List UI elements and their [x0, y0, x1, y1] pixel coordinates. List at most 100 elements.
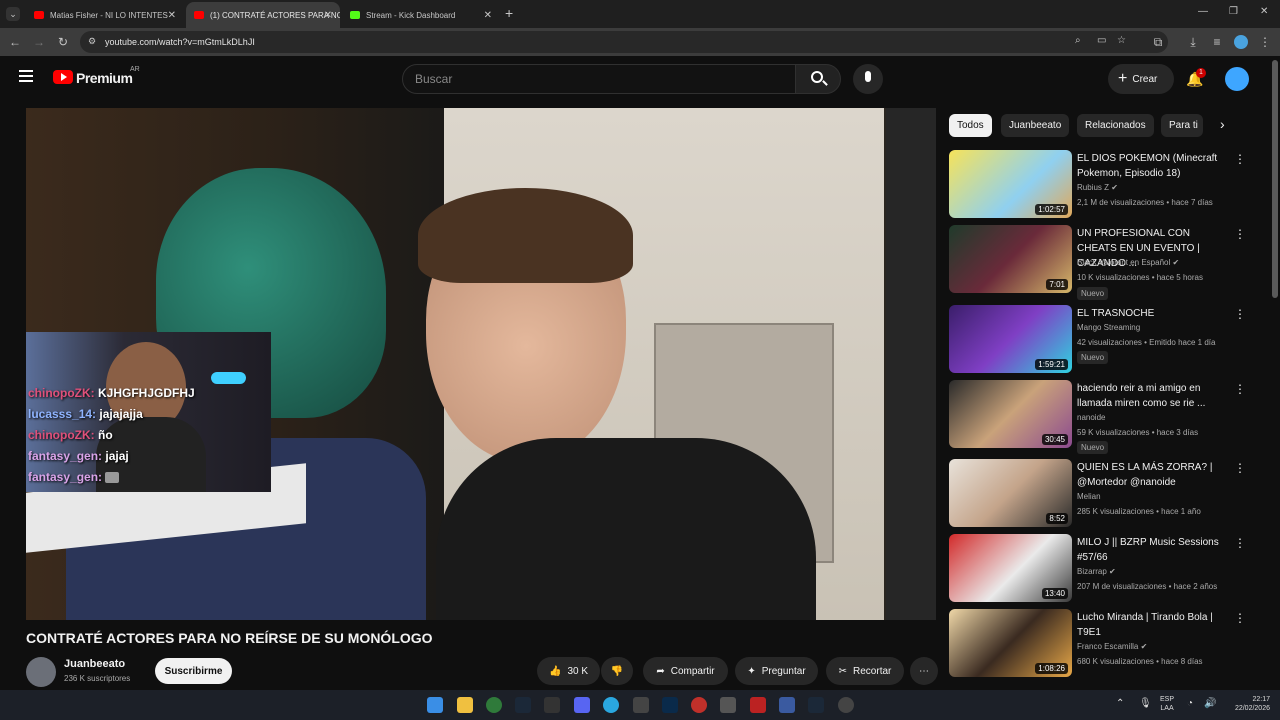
like-button[interactable]: 👍 30 K [537, 657, 600, 685]
more-vertical-icon[interactable]: ⋮ [1234, 536, 1246, 550]
youtube-header: Premium AR Buscar + Crear 🔔 1 [0, 56, 1280, 102]
close-icon[interactable]: ✕ [168, 10, 176, 21]
app-icon[interactable] [750, 697, 766, 713]
recommendation-title[interactable]: QUIEN ES LA MÁS ZORRA? | @Mortedor @nano… [1077, 460, 1227, 490]
site-info-icon[interactable]: ⚙ [88, 36, 96, 47]
tab-1[interactable]: Matias Fisher - NI LO INTENTES ✕ [26, 2, 184, 28]
recommendation-item[interactable]: 8:52 QUIEN ES LA MÁS ZORRA? | @Mortedor … [949, 459, 1249, 529]
emote-icon [105, 472, 120, 484]
recommendation-item[interactable]: 1:59:21 EL TRASNOCHE Mango Streaming 42 … [949, 305, 1249, 375]
share-button[interactable]: ➦ Compartir [643, 657, 728, 685]
tab-2[interactable]: (1) CONTRATÉ ACTORES PARA NO ✕ [186, 2, 340, 28]
clip-button[interactable]: ✂ Recortar [826, 657, 904, 685]
wifi-icon[interactable]: ◔ [1187, 698, 1193, 709]
hamburger-menu-icon[interactable] [19, 70, 33, 82]
discord-icon[interactable] [574, 697, 590, 713]
more-vertical-icon[interactable]: ⋮ [1234, 382, 1246, 396]
more-vertical-icon[interactable]: ⋮ [1234, 611, 1246, 625]
close-icon[interactable]: ✕ [484, 10, 492, 21]
video-thumbnail[interactable]: 1:08:26 [949, 609, 1072, 677]
downloads-icon[interactable]: ⤓ [1186, 35, 1200, 49]
channel-name[interactable]: Juanbeeato [64, 658, 125, 670]
ask-button[interactable]: ✦ Preguntar [735, 657, 818, 685]
recommendation-item[interactable]: 1:02:57 EL DIOS POKEMON (Minecraft Pokem… [949, 150, 1249, 220]
close-icon[interactable]: ✕ [324, 10, 332, 21]
recommendation-item[interactable]: 30:45 haciendo reir a mi amigo en llamad… [949, 380, 1249, 454]
file-explorer-icon[interactable] [457, 697, 473, 713]
zoom-icon[interactable]: ⌕ [1075, 35, 1081, 46]
subscribe-button[interactable]: Suscribirme [155, 658, 232, 684]
video-thumbnail[interactable]: 30:45 [949, 380, 1072, 448]
steam-icon[interactable] [515, 697, 531, 713]
clock[interactable]: 22:17 22/02/2026 [1225, 695, 1270, 713]
recommendation-item[interactable]: 13:40 MILO J || BZRP Music Sessions #57/… [949, 534, 1249, 604]
media-icon[interactable]: ≡ [1210, 35, 1224, 49]
windows-start-icon[interactable] [427, 697, 443, 713]
app-icon[interactable] [691, 697, 707, 713]
video-thumbnail[interactable]: 13:40 [949, 534, 1072, 602]
chip-todos[interactable]: Todos [949, 114, 992, 137]
channel-avatar[interactable] [26, 657, 56, 687]
capcut-icon[interactable] [633, 697, 649, 713]
chrome-icon[interactable] [486, 697, 502, 713]
window-close-button[interactable]: ✕ [1260, 6, 1268, 17]
epic-games-icon[interactable] [544, 697, 560, 713]
telegram-icon[interactable] [603, 697, 619, 713]
video-thumbnail[interactable]: 7:01 [949, 225, 1072, 293]
video-thumbnail[interactable]: 1:59:21 [949, 305, 1072, 373]
chip-para-ti[interactable]: Para ti [1161, 114, 1203, 137]
obs-icon[interactable] [720, 697, 736, 713]
more-vertical-icon[interactable]: ⋮ [1234, 152, 1246, 166]
reload-icon[interactable]: ↻ [56, 35, 70, 49]
account-avatar[interactable] [1225, 67, 1249, 91]
profile-avatar[interactable] [1234, 35, 1248, 49]
recommendation-title[interactable]: Lucho Miranda | Tirando Bola | T9E1 [1077, 610, 1227, 640]
more-vertical-icon[interactable]: ⋮ [1234, 461, 1246, 475]
logo-premium-text[interactable]: Premium [76, 70, 133, 86]
chevron-right-icon[interactable]: › [1220, 116, 1225, 132]
tab-search-button[interactable]: ⌄ [6, 7, 20, 21]
page-scrollbar[interactable] [1272, 60, 1278, 298]
recommendation-item[interactable]: 1:08:26 Lucho Miranda | Tirando Bola | T… [949, 609, 1249, 679]
extensions-icon[interactable]: ⧉ [1151, 35, 1165, 49]
minimize-button[interactable]: — [1198, 6, 1208, 17]
voice-search-button[interactable] [853, 64, 883, 94]
volume-icon[interactable]: 🔊 [1204, 698, 1216, 709]
tab-3[interactable]: Stream - Kick Dashboard ✕ [342, 2, 500, 28]
video-thumbnail[interactable]: 8:52 [949, 459, 1072, 527]
dislike-button[interactable]: 👎 [601, 657, 633, 685]
restore-button[interactable]: ❐ [1229, 6, 1238, 17]
scissors-icon: ✂ [838, 665, 848, 677]
photoshop-icon[interactable] [662, 697, 678, 713]
forward-icon[interactable]: → [32, 35, 46, 49]
tray-chevron-icon[interactable]: ⌃ [1116, 698, 1124, 709]
youtube-logo-icon[interactable] [53, 70, 73, 84]
steam-icon[interactable] [808, 697, 824, 713]
menu-icon[interactable]: ⋮ [1258, 35, 1272, 49]
more-vertical-icon[interactable]: ⋮ [1234, 227, 1246, 241]
recommendation-title[interactable]: haciendo reir a mi amigo en llamada mire… [1077, 381, 1227, 411]
clock-time: 22:17 [1252, 696, 1270, 703]
app-icon[interactable] [838, 697, 854, 713]
create-button[interactable]: + Crear [1108, 64, 1174, 94]
microphone-icon[interactable]: 🎙 [1139, 698, 1152, 709]
recommendation-item[interactable]: 7:01 UN PROFESIONAL CON CHEATS EN UN EVE… [949, 225, 1249, 300]
bookmark-star-icon[interactable]: ☆ [1117, 35, 1126, 46]
new-tab-button[interactable]: + [505, 5, 513, 21]
app-icon[interactable] [779, 697, 795, 713]
video-thumbnail[interactable]: 1:02:57 [949, 150, 1072, 218]
back-icon[interactable]: ← [8, 35, 22, 49]
search-button[interactable] [795, 64, 841, 94]
address-bar[interactable]: ⚙ youtube.com/watch?v=mGtmLkDLhJI ⌕ ▭ ☆ [80, 31, 1168, 53]
video-player[interactable]: chinopoZK: KJHGFHJGDFHJ lucasss_14: jaja… [26, 108, 936, 620]
chip-relacionados[interactable]: Relacionados [1077, 114, 1154, 137]
more-actions-button[interactable]: ⋯ [910, 657, 938, 685]
keyboard-language[interactable]: ESP LAA [1160, 695, 1174, 713]
more-vertical-icon[interactable]: ⋮ [1234, 307, 1246, 321]
recommendation-title[interactable]: MILO J || BZRP Music Sessions #57/66 [1077, 535, 1227, 565]
search-input[interactable]: Buscar [402, 64, 796, 94]
cast-icon[interactable]: ▭ [1097, 35, 1106, 46]
recommendation-title[interactable]: EL DIOS POKEMON (Minecraft Pokemon, Epis… [1077, 151, 1227, 181]
chip-juanbeeato[interactable]: Juanbeeato [1001, 114, 1070, 137]
recommendation-title[interactable]: EL TRASNOCHE [1077, 306, 1227, 321]
